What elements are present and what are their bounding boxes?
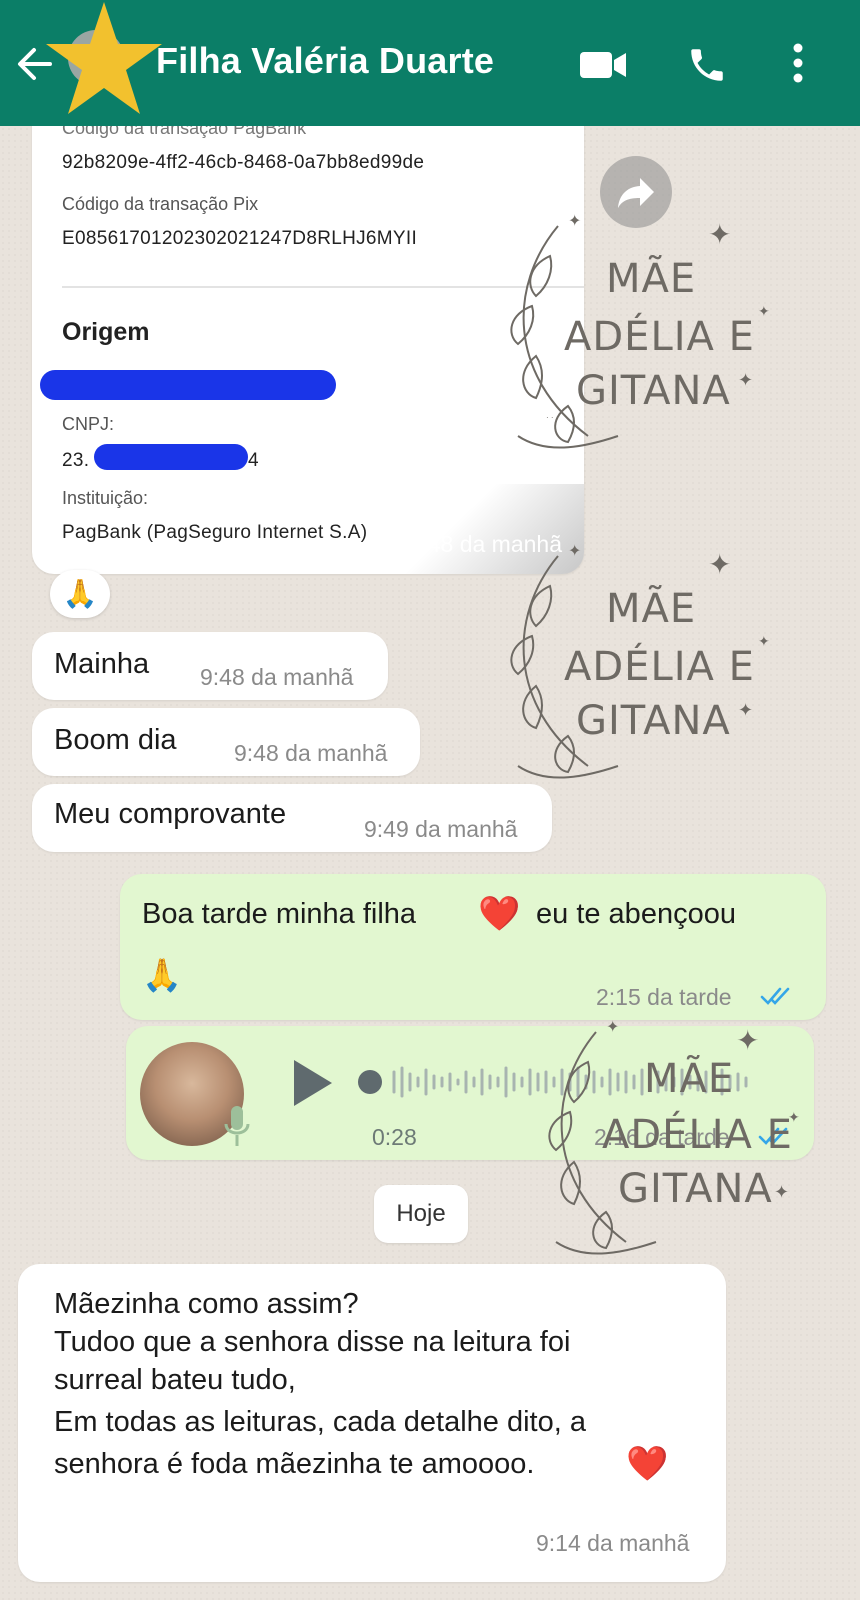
reaction-badge[interactable]: 🙏 — [50, 570, 110, 618]
institution-value: PagBank (PagSeguro Internet S.A) — [62, 522, 368, 543]
pix-code-label: Código da transação Pix — [62, 194, 259, 214]
play-icon[interactable] — [288, 1056, 336, 1110]
pagbank-code: 92b8209e-4ff2-46cb-8468-0a7bb8ed99de — [62, 152, 425, 173]
message-time: 9:49 da manhã — [364, 816, 518, 842]
receipt-divider — [62, 286, 584, 288]
message-line: Em todas as leituras, cada detalhe dito,… — [54, 1406, 586, 1438]
double-check-icon — [758, 1127, 788, 1145]
redaction-mark — [94, 444, 248, 470]
message-line: Mãezinha como assim? — [54, 1288, 359, 1320]
message-bubble-incoming[interactable]: Meu comprovante 9:49 da manhã — [32, 784, 552, 852]
message-time: 9:48 da manhã — [200, 664, 354, 690]
cnpj-label: CNPJ: — [62, 414, 115, 434]
voice-duration: 0:28 — [372, 1124, 417, 1150]
message-time: 9:48 da manhã — [234, 740, 388, 766]
message-time: 9:14 da manhã — [536, 1530, 690, 1556]
pix-code: E08561701202302021247D8RLHJ6MYII — [62, 228, 418, 249]
message-text: Boom dia — [54, 724, 177, 756]
message-text: Mainha — [54, 648, 150, 680]
message-line: surreal bateu tudo, — [54, 1364, 296, 1396]
audio-waveform[interactable] — [354, 1060, 794, 1104]
chat-header: Filha Valéria Duarte — [0, 0, 860, 126]
more-vertical-icon[interactable] — [788, 42, 808, 84]
institution-label: Instituição: — [62, 488, 149, 508]
forward-icon — [618, 178, 654, 208]
cnpj-end: 4 — [248, 450, 259, 471]
message-time: 2:15 da tarde — [596, 984, 732, 1010]
message-bubble-incoming[interactable]: Mãezinha como assim? Tudoo que a senhora… — [18, 1264, 726, 1582]
double-check-icon — [760, 987, 790, 1005]
video-camera-icon[interactable] — [580, 50, 628, 80]
voice-message-bubble[interactable]: 0:28 2:16 da tarde — [126, 1026, 814, 1160]
reaction-emoji: 🙏 — [62, 578, 98, 609]
message-line: senhora é foda mãezinha te amoooo. — [54, 1448, 535, 1480]
phone-icon[interactable] — [686, 44, 728, 86]
redaction-mark — [40, 370, 336, 400]
heart-emoji: ❤️ — [626, 1445, 669, 1483]
date-separator: Hoje — [374, 1185, 468, 1243]
heart-emoji: ❤️ — [478, 895, 521, 933]
message-bubble-incoming[interactable]: Boom dia 9:48 da manhã — [32, 708, 420, 776]
message-text: Boa tarde minha filha — [142, 898, 417, 930]
star-avatar-icon[interactable] — [44, 0, 164, 125]
message-line: Tudoo que a senhora disse na leitura foi — [54, 1326, 571, 1358]
time-overlay — [374, 484, 584, 574]
message-text: eu te abençoou — [536, 898, 736, 930]
message-bubble-incoming[interactable]: Mainha 9:48 da manhã — [32, 632, 388, 700]
microphone-icon — [224, 1106, 250, 1146]
forward-button[interactable] — [600, 156, 672, 228]
message-time: 2:16 da tarde — [594, 1124, 730, 1150]
message-time: 9:48 da manhã — [408, 531, 562, 557]
pray-emoji: 🙏 — [142, 957, 182, 993]
contact-name[interactable]: Filha Valéria Duarte — [156, 40, 494, 82]
receipt-image-message[interactable]: Código da transação PagBank 92b8209e-4ff… — [32, 118, 584, 574]
message-bubble-outgoing[interactable]: Boa tarde minha filha ❤️ eu te abençoou … — [120, 874, 826, 1020]
message-text: Meu comprovante — [54, 798, 287, 830]
cnpj-partial: 23. — [62, 450, 90, 471]
origin-title: Origem — [62, 318, 150, 346]
